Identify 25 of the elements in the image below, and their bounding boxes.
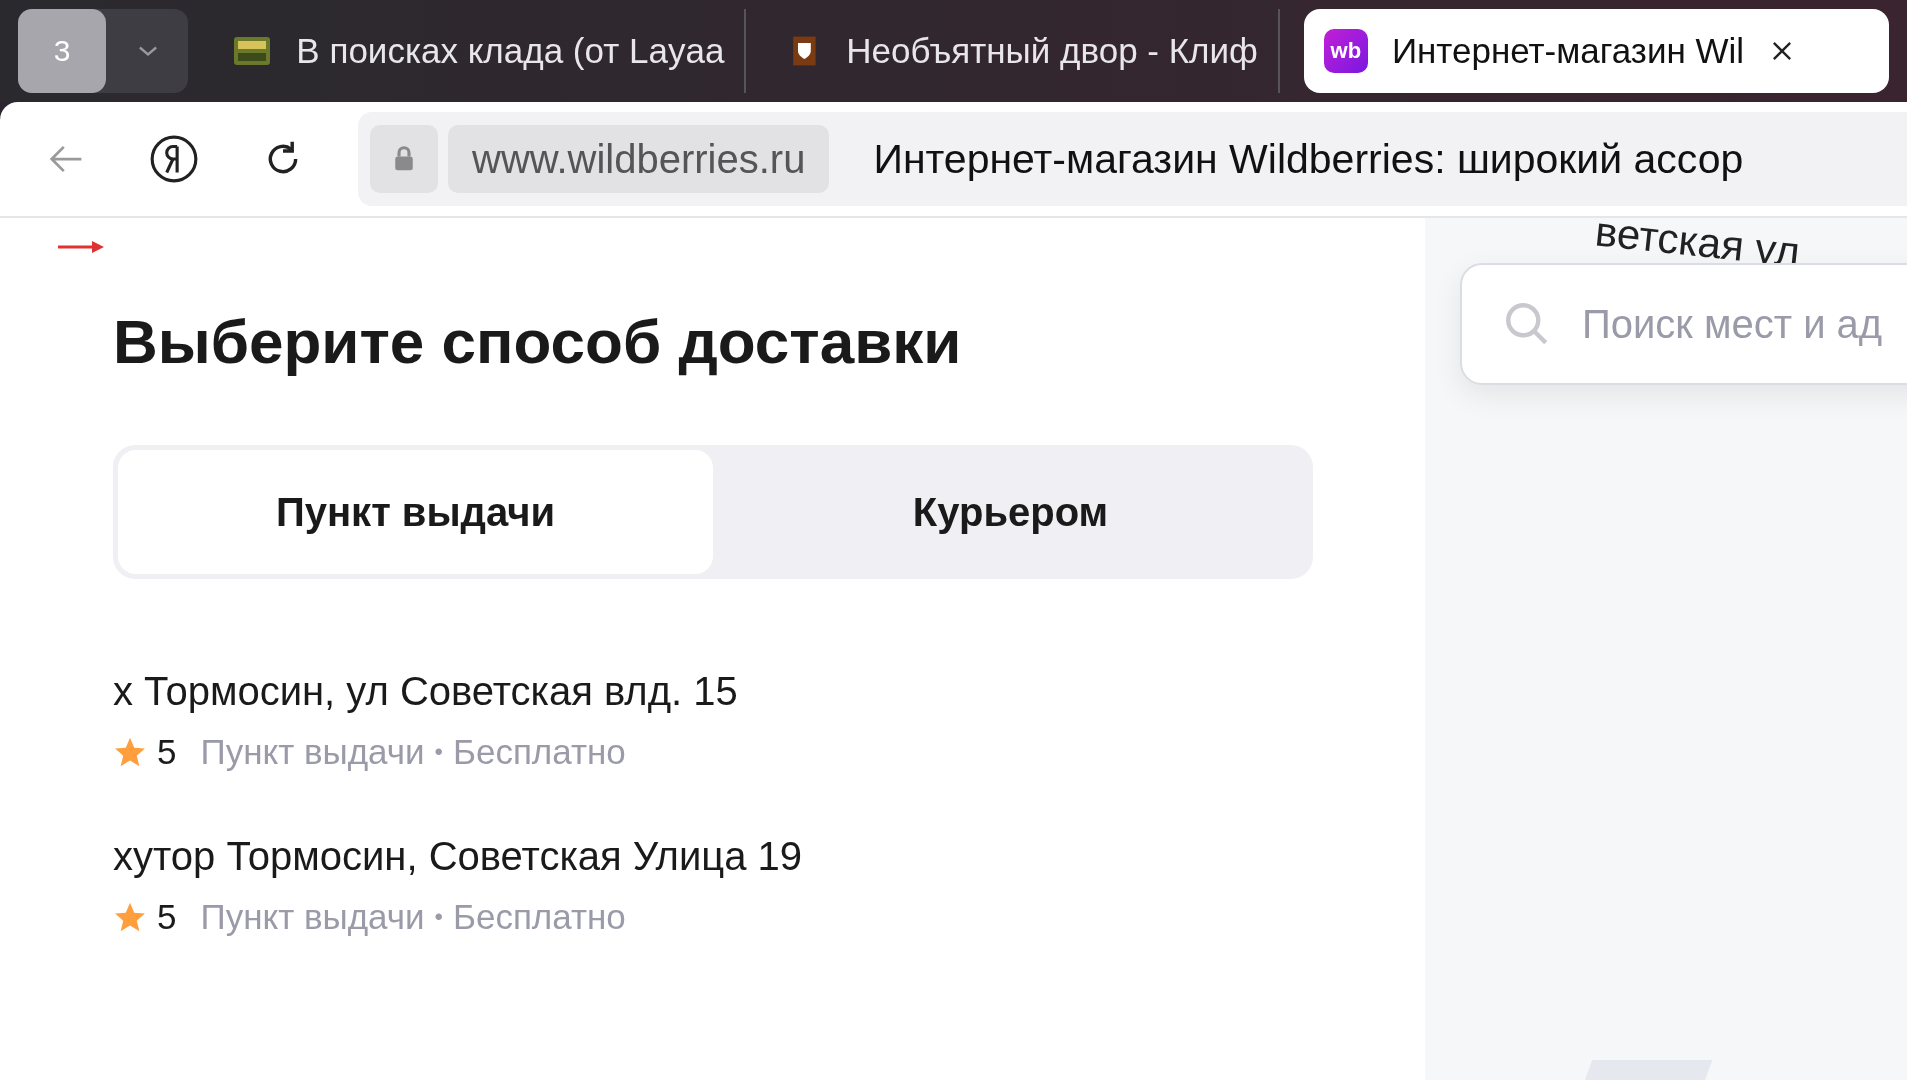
arrow-icon xyxy=(56,240,106,254)
wb-favicon-icon: wb xyxy=(1323,29,1368,73)
address-bar[interactable]: www.wildberries.ru Интернет-магазин Wildberries: широкий ассор xyxy=(358,112,1907,206)
delivery-price: Бесплатно xyxy=(453,732,626,772)
map-search-field[interactable]: Поиск мест и ад xyxy=(1460,263,1907,385)
page-title: Интернет-магазин Wildberries: широкий ассор xyxy=(873,135,1744,183)
browser-tab[interactable]: В поисках клада (от Layaa xyxy=(212,9,747,93)
browser-tab[interactable]: Необъятный двор - Клиф xyxy=(770,9,1280,93)
url-text[interactable]: www.wildberries.ru xyxy=(448,125,830,193)
point-type: Пункт выдачи xyxy=(200,897,425,937)
rating: 5 xyxy=(157,897,177,937)
delivery-tab[interactable]: Пункт выдачи xyxy=(118,450,713,574)
separator: • xyxy=(434,903,443,931)
browser-tab[interactable]: wb Интернет-магазин Wil xyxy=(1303,9,1889,93)
separator: • xyxy=(434,738,443,766)
rating: 5 xyxy=(157,732,177,772)
heading: Выберите способ доставки xyxy=(113,306,963,377)
delivery-tab[interactable]: Курьером xyxy=(713,450,1308,574)
pickup-address[interactable]: хутор Тормосин, Советская Улица 19 xyxy=(113,834,1425,879)
point-type: Пункт выдачи xyxy=(200,732,425,772)
delivery-price: Бесплатно xyxy=(453,897,626,937)
lock-icon[interactable] xyxy=(370,125,438,193)
pickup-address[interactable]: х Тормосин, ул Советская влд. 15 xyxy=(113,669,1425,714)
yandex-logo-icon[interactable] xyxy=(148,133,200,185)
search-input[interactable]: Поиск мест и ад xyxy=(1582,301,1907,347)
